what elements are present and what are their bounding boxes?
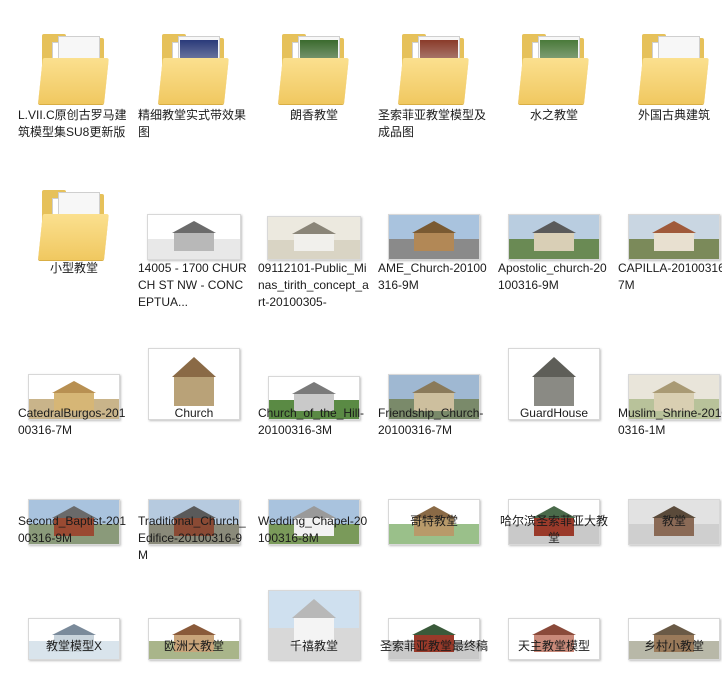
file-name-label: 千禧教堂 bbox=[289, 639, 338, 653]
file-name-label: 圣索菲亚教堂模型及成品图 bbox=[378, 108, 487, 139]
image-thumbnail bbox=[618, 170, 722, 260]
building-shape bbox=[534, 377, 574, 406]
building-shape bbox=[534, 233, 574, 251]
file-name-label: Wedding_Chapel-20100316-8M bbox=[258, 514, 368, 545]
file-name-label: 水之教堂 bbox=[529, 108, 578, 122]
image-thumbnail bbox=[378, 455, 490, 545]
file-name-label: 欧洲大教堂 bbox=[163, 639, 224, 653]
folder-icon bbox=[138, 14, 250, 104]
file-name-label: 精细教堂实式带效果图 bbox=[138, 108, 247, 139]
file-name-label: 14005 - 1700 CHURCH ST NW - CONCEPTUA... bbox=[138, 261, 247, 309]
file-name-label: Church_of_the_Hill-20100316-3M bbox=[258, 406, 365, 437]
file-name-label: 小型教堂 bbox=[49, 261, 98, 275]
file-name-label: 外国古典建筑 bbox=[637, 108, 710, 122]
file-name-label: Friendship_Church-20100316-7M bbox=[378, 406, 484, 437]
building-shape bbox=[174, 233, 214, 251]
file-name-label: Church bbox=[174, 406, 214, 420]
file-name-label: Muslim_Shrine-20100316-1M bbox=[618, 406, 722, 437]
building-shape bbox=[414, 233, 454, 251]
image-thumbnail bbox=[378, 170, 490, 260]
image-thumbnail bbox=[138, 170, 250, 260]
file-name-label: 朗香教堂 bbox=[289, 108, 338, 122]
file-name-label: CAPILLA-20100316-7M bbox=[618, 261, 722, 292]
folder-icon bbox=[498, 14, 610, 104]
file-name-label: Traditional_Church_Edifice-20100316-9M bbox=[138, 514, 246, 562]
file-name-label: 圣索菲亚教堂最终稿 bbox=[379, 639, 488, 653]
file-name-label: L.VII.C原创古罗马建筑模型集SU8更新版 bbox=[18, 108, 127, 139]
folder-icon bbox=[18, 170, 130, 260]
file-name-label: 09112101-Public_Minas_tirith_concept_art… bbox=[258, 261, 369, 309]
file-name-label: 教堂模型X bbox=[45, 639, 102, 653]
file-name-label: GuardHouse bbox=[519, 406, 589, 420]
building-shape bbox=[654, 233, 694, 251]
file-name-label: 教堂 bbox=[661, 514, 686, 528]
file-name-label: 乡村小教堂 bbox=[643, 639, 704, 653]
file-name-label: 哥特教堂 bbox=[409, 514, 458, 528]
folder-icon bbox=[618, 14, 722, 104]
building-shape bbox=[294, 233, 334, 251]
building-shape bbox=[174, 377, 214, 406]
image-thumbnail bbox=[498, 170, 610, 260]
file-name-label: CatedralBurgos-20100316-7M bbox=[18, 406, 126, 437]
image-thumbnail bbox=[618, 455, 722, 545]
folder-icon bbox=[378, 14, 490, 104]
folder-icon bbox=[258, 14, 370, 104]
file-name-label: AME_Church-20100316-9M bbox=[378, 261, 487, 292]
file-name-label: 哈尔滨圣索菲亚大教堂 bbox=[499, 514, 608, 545]
image-thumbnail bbox=[258, 170, 370, 260]
file-name-label: Second_Baptist-20100316-9M bbox=[18, 514, 127, 545]
file-name-label: Apostolic_church-20100316-9M bbox=[498, 261, 607, 292]
folder-icon bbox=[18, 14, 130, 104]
file-name-label: 天主教堂模型 bbox=[517, 639, 590, 653]
